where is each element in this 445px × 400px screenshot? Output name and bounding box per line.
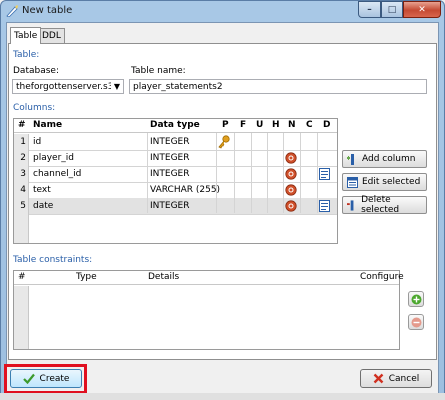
not-null-icon — [285, 200, 297, 212]
constraint-header-configure[interactable]: Configure — [360, 272, 404, 282]
constraints-grid-header: # Type Details Configure — [14, 271, 404, 285]
header-collate[interactable]: C — [306, 120, 313, 130]
add-column-icon — [347, 153, 354, 165]
grid-divider — [251, 133, 252, 213]
column-type: INTEGER — [150, 153, 190, 163]
header-name[interactable]: Name — [33, 120, 62, 130]
grid-divider — [216, 133, 217, 213]
delete-selected-button[interactable]: Delete selected — [342, 195, 427, 215]
constraints-section-label: Table constraints: — [13, 255, 93, 265]
column-type: INTEGER — [150, 169, 190, 179]
grid-divider — [300, 133, 301, 213]
column-type: INTEGER — [150, 201, 190, 211]
column-name: text — [33, 185, 51, 195]
table-row[interactable]: 3 channel_id INTEGER — [14, 166, 337, 183]
key-icon — [218, 135, 230, 149]
row-number: 4 — [14, 182, 29, 198]
header-fk[interactable]: F — [240, 120, 246, 130]
row-number: 5 — [14, 198, 29, 214]
header-pk[interactable]: P — [222, 120, 229, 130]
table-row[interactable]: 2 player_id INTEGER — [14, 150, 337, 167]
add-column-button[interactable]: Add column — [342, 150, 427, 168]
window-title: New table — [22, 5, 73, 16]
column-name: date — [33, 201, 54, 211]
constraint-header-type[interactable]: Type — [76, 272, 97, 282]
maximize-button[interactable]: □ — [381, 1, 404, 18]
delete-column-icon — [347, 199, 354, 211]
background-strip — [0, 393, 445, 400]
chevron-down-icon: ▼ — [113, 82, 120, 91]
add-constraint-button[interactable] — [408, 291, 424, 307]
tab-ddl[interactable]: DDL — [38, 28, 65, 43]
default-value-icon — [319, 168, 330, 180]
grid-divider — [267, 133, 268, 213]
table-row[interactable]: 4 text VARCHAR (255) — [14, 182, 337, 199]
header-notnull[interactable]: N — [288, 120, 296, 130]
constraints-grid[interactable]: # Type Details Configure — [13, 270, 404, 350]
row-number: 3 — [14, 166, 29, 182]
grid-empty-area — [14, 214, 29, 243]
constraint-header-details[interactable]: Details — [148, 272, 179, 282]
table-row[interactable]: 1 id INTEGER — [14, 134, 337, 151]
edit-selected-label: Edit selected — [362, 177, 421, 187]
edit-table-icon — [347, 176, 358, 188]
grid-divider — [147, 133, 148, 213]
table-section-label: Table: — [13, 50, 40, 60]
title-bar[interactable]: New table – □ ✕ — [0, 0, 445, 22]
table-row-selected[interactable]: 5 date INTEGER — [14, 198, 337, 215]
create-label: Create — [39, 373, 70, 384]
column-type: VARCHAR (255) — [150, 185, 221, 195]
database-select-value: theforgottenserver.s3d — [16, 81, 111, 92]
database-select[interactable]: theforgottenserver.s3d ▼ — [12, 79, 124, 94]
not-null-icon — [285, 168, 297, 180]
not-null-icon — [285, 184, 297, 196]
header-num: # — [18, 120, 26, 130]
header-unique[interactable]: U — [256, 120, 263, 130]
plus-circle-icon — [411, 294, 421, 304]
grid-divider — [234, 133, 235, 213]
header-datatype[interactable]: Data type — [150, 120, 200, 130]
table-name-input[interactable]: player_statements2 — [129, 79, 427, 94]
grid-divider — [317, 133, 318, 213]
columns-grid[interactable]: # Name Data type P F U H N C D 1 id INTE… — [13, 118, 338, 244]
app-icon — [6, 5, 18, 17]
grid-header: # Name Data type P F U H N C D — [14, 119, 337, 133]
cancel-button[interactable]: Cancel — [360, 369, 432, 388]
constraint-header-num: # — [18, 272, 26, 282]
column-type: INTEGER — [150, 137, 190, 147]
row-number: 2 — [14, 150, 29, 166]
window-controls: – □ ✕ — [358, 1, 441, 18]
column-name: player_id — [33, 153, 75, 163]
column-name: channel_id — [33, 169, 82, 179]
not-null-icon — [285, 152, 297, 164]
remove-constraint-button[interactable] — [408, 314, 424, 330]
add-column-label: Add column — [362, 154, 416, 164]
create-button[interactable]: Create — [10, 369, 82, 388]
checkmark-icon — [22, 373, 35, 384]
table-name-value: player_statements2 — [133, 81, 223, 92]
cancel-label: Cancel — [388, 373, 420, 384]
minus-circle-icon — [411, 317, 421, 327]
default-value-icon — [319, 200, 330, 212]
table-name-label: Table name: — [131, 66, 186, 76]
tab-table[interactable]: Table — [10, 27, 42, 44]
header-default[interactable]: D — [323, 120, 330, 130]
database-label: Database: — [13, 66, 59, 76]
grid-divider — [283, 133, 284, 213]
delete-selected-label: Delete selected — [361, 195, 400, 215]
column-name: id — [33, 137, 42, 147]
row-number: 1 — [14, 134, 29, 150]
columns-section-label: Columns: — [13, 103, 56, 113]
cancel-x-icon — [373, 373, 384, 384]
close-button[interactable]: ✕ — [403, 1, 441, 18]
constraints-grid-side — [14, 286, 29, 349]
minimize-button[interactable]: – — [358, 1, 381, 18]
edit-selected-button[interactable]: Edit selected — [342, 173, 427, 191]
header-check[interactable]: H — [272, 120, 280, 130]
